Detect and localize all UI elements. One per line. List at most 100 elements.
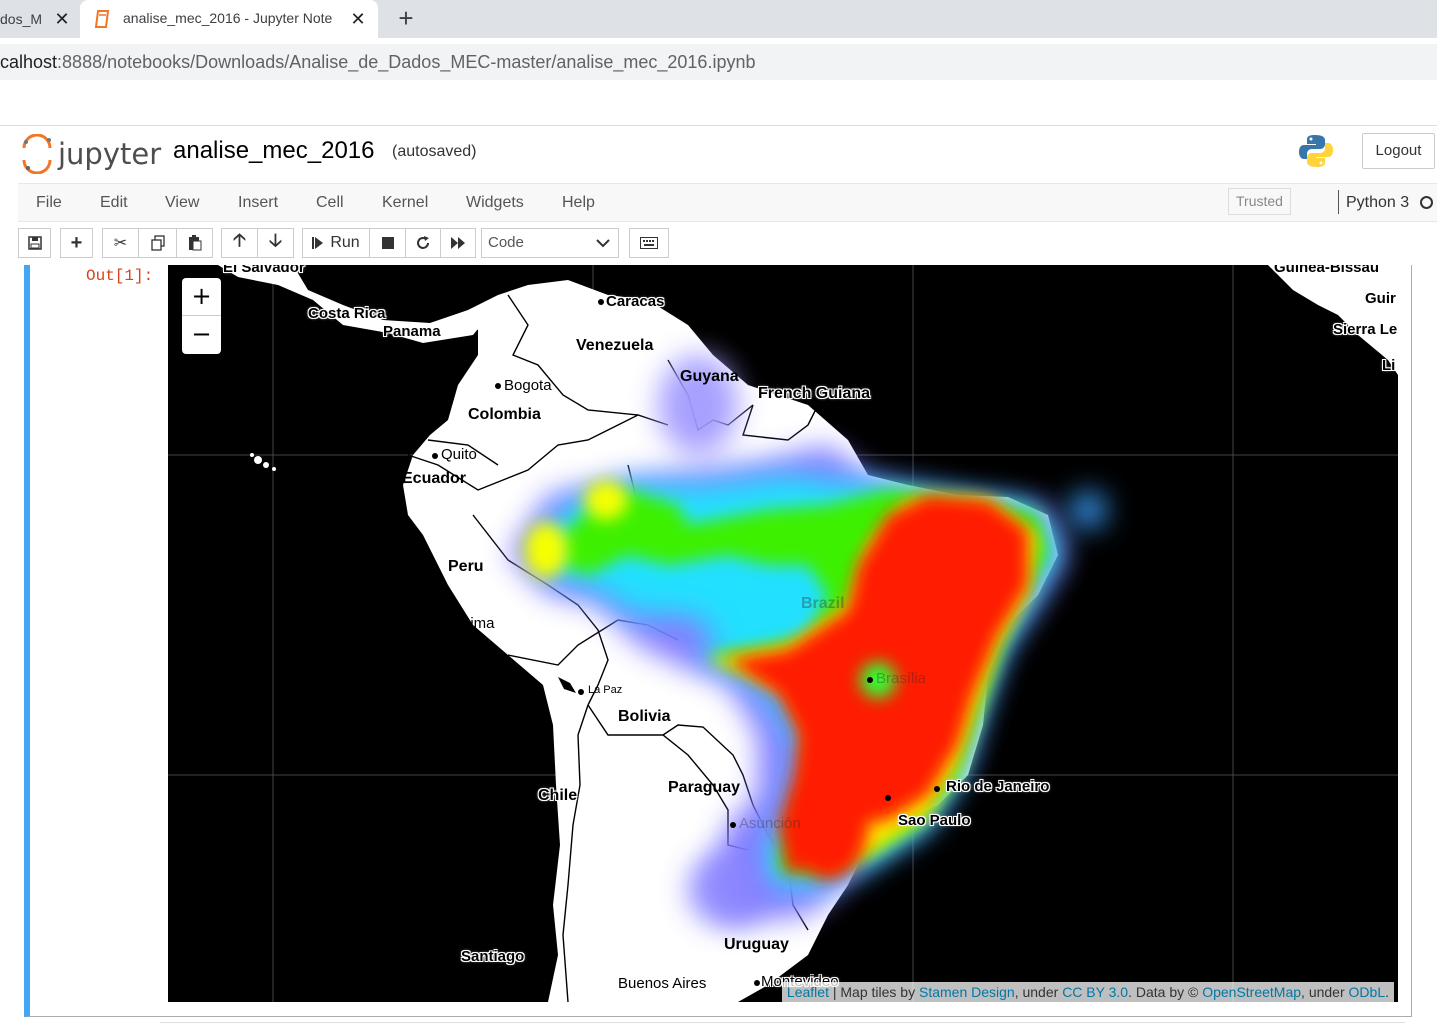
central-america-land [218,265,498,343]
copy-button[interactable] [138,228,177,258]
cell-type-select[interactable]: Code [481,228,619,258]
save-icon [27,236,42,250]
new-tab-plus-icon[interactable]: + [394,5,418,31]
notebook-container: Out[1]: El Salvador Costa Rica Panama Ca… [0,265,1437,1025]
attribution-text: . [1385,984,1389,1000]
step-forward-icon [312,237,324,249]
label-paraguay: Paraguay [668,779,741,796]
ccby-link[interactable]: CC BY 3.0 [1062,984,1128,1000]
label-brazil: Brazil [801,595,845,612]
menu-help[interactable]: Help [562,184,595,221]
jupyter-logo-text: jupyter [58,137,162,171]
kernel-name[interactable]: Python 3 [1346,184,1409,221]
restart-run-all-button[interactable] [440,228,476,258]
jupyter-logo[interactable]: jupyter [20,133,161,175]
map-canvas [168,265,1398,1002]
url-host: calhost [0,52,58,72]
url-field[interactable]: calhost:8888/notebooks/Downloads/Analise… [0,44,1437,80]
paste-button[interactable] [176,228,213,258]
chevron-down-icon [596,239,610,248]
heatmap-map[interactable]: El Salvador Costa Rica Panama Caracas Ve… [168,265,1398,1002]
close-icon[interactable]: ✕ [348,9,368,29]
city-dot [432,453,438,459]
command-palette-button[interactable] [629,228,669,258]
menu-edit[interactable]: Edit [100,184,128,221]
label-guinea: Guir [1365,290,1396,307]
output-prompt: Out[1]: [86,267,154,285]
kernel-idle-icon [1420,196,1433,209]
stamen-link[interactable]: Stamen Design [919,984,1015,1000]
menu-cell[interactable]: Cell [316,184,344,221]
attribution-text: , under [1014,984,1063,1000]
odbl-link[interactable]: ODbL [1349,984,1386,1000]
stop-icon [381,237,394,249]
menu-kernel[interactable]: Kernel [382,184,428,221]
arrow-down-icon: 🡣 [269,230,282,250]
zoom-out-button[interactable]: − [182,316,221,354]
move-up-button[interactable]: 🡡 [221,228,258,258]
tab-title: dos_M [0,11,43,27]
notebook-toolbar: + ✂ 🡡 🡣 Run Code [0,222,1437,265]
browser-tab-active[interactable]: analise_mec_2016 - Jupyter Note ✕ [80,0,378,38]
run-button[interactable]: Run [302,228,370,258]
west-africa-land [1268,265,1398,375]
fast-forward-icon [451,237,465,249]
label-la-paz: La Paz [588,684,623,696]
browser-tab-previous[interactable]: dos_M ✕ [0,0,78,38]
trusted-indicator[interactable]: Trusted [1228,188,1291,215]
close-icon[interactable]: ✕ [52,9,72,29]
label-asuncion: Asunción [739,815,801,832]
menu-insert[interactable]: Insert [238,184,278,221]
city-dot [495,383,501,389]
label-bolivia: Bolivia [618,708,671,725]
move-down-button[interactable]: 🡣 [257,228,294,258]
cell-divider [160,1022,1405,1023]
label-rio-de-janeiro: Rio de Janeiro [946,778,1050,795]
city-dot [730,822,736,828]
attribution-text: . Data by © [1128,984,1203,1000]
label-el-salvador: El Salvador [223,265,305,276]
label-caracas: Caracas [606,293,665,310]
interrupt-button[interactable] [369,228,406,258]
city-dot [545,954,551,960]
menubar: File Edit View Insert Cell Kernel Widget… [18,183,1437,222]
attribution-text: , under [1301,984,1349,1000]
label-chile: Chile [538,787,578,804]
city-dot [934,786,940,792]
notebook-favicon-icon [94,10,110,31]
arrow-up-icon: 🡡 [233,230,246,250]
plus-icon: + [70,231,83,254]
label-sierra-leone: Sierra Le [1333,321,1398,338]
leaflet-link[interactable]: Leaflet [787,984,829,1000]
tab-title: analise_mec_2016 - Jupyter Note [123,10,333,26]
restart-button[interactable] [405,228,441,258]
city-dot [754,980,760,986]
save-button[interactable] [18,228,51,258]
label-santiago: Santiago [461,948,525,965]
label-guinea-bissau: Guinea-Bissau [1274,265,1380,276]
label-liberia: Li [1382,357,1396,374]
label-venezuela: Venezuela [576,337,654,354]
zoom-in-button[interactable]: + [182,278,221,316]
insert-cell-button[interactable]: + [60,228,93,258]
cut-button[interactable]: ✂ [102,228,139,258]
city-dot [578,689,584,695]
label-panama: Panama [383,323,441,340]
osm-link[interactable]: OpenStreetMap [1202,984,1301,1000]
label-buenos-aires: Buenos Aires [618,975,707,992]
menu-view[interactable]: View [165,184,199,221]
jupyter-header: jupyter analise_mec_2016 (autosaved) Log… [0,127,1437,183]
logout-button[interactable]: Logout [1362,133,1435,169]
notebook-name[interactable]: analise_mec_2016 [173,137,374,165]
menu-file[interactable]: File [36,184,62,221]
map-attribution: Leaflet | Map tiles by Stamen Design, un… [781,982,1394,1002]
label-french-guiana: French Guiana [758,385,871,402]
menu-widgets[interactable]: Widgets [466,184,524,221]
label-bogota: Bogota [504,377,552,394]
browser-tab-strip: dos_M ✕ analise_mec_2016 - Jupyter Note … [0,0,1437,38]
paste-icon [188,235,201,251]
city-dot [885,795,891,801]
label-uruguay: Uruguay [724,936,789,953]
attribution-text: | Map tiles by [828,984,919,1000]
restart-icon [417,236,429,249]
